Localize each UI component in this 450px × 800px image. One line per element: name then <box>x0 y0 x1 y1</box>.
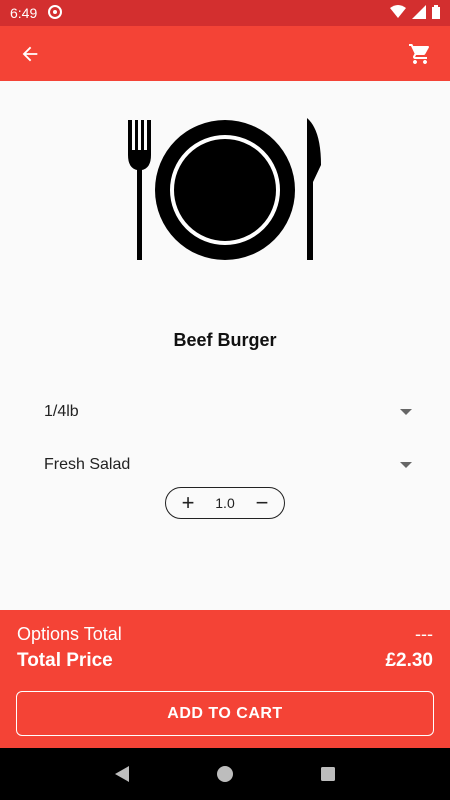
signal-icon <box>412 4 426 22</box>
status-time: 6:49 <box>10 5 38 21</box>
checkout-panel: Options Total --- Total Price £2.30 ADD … <box>0 610 450 748</box>
nav-recents-button[interactable] <box>313 759 343 789</box>
back-button[interactable] <box>14 38 46 70</box>
total-price-value: £2.30 <box>385 650 433 671</box>
increment-button[interactable]: + <box>178 492 198 514</box>
circle-home-icon <box>216 766 233 782</box>
status-bar: 6:49 <box>0 0 450 26</box>
total-price-label: Total Price <box>17 650 113 671</box>
system-nav-bar <box>0 748 450 800</box>
quantity-value: 1.0 <box>215 495 235 511</box>
total-price-row: Total Price £2.30 <box>17 650 433 672</box>
screen: 6:49 Beef Burger 1/4lb Fresh Salad + 1.0… <box>0 0 450 800</box>
side-select-value: Fresh Salad <box>44 456 131 473</box>
nav-back-button[interactable] <box>107 759 137 789</box>
side-select[interactable]: Fresh Salad <box>44 450 416 480</box>
app-bar <box>0 26 450 81</box>
app-notification-icon <box>47 4 63 23</box>
decrement-button[interactable]: − <box>252 492 272 514</box>
wifi-icon <box>390 4 406 22</box>
product-title: Beef Burger <box>173 330 277 350</box>
add-to-cart-button[interactable]: ADD TO CART <box>16 691 434 736</box>
options-total-row: Options Total --- <box>17 624 433 645</box>
size-select-value: 1/4lb <box>44 403 79 420</box>
cart-icon <box>409 43 430 64</box>
triangle-back-icon <box>114 766 129 782</box>
product-image <box>0 110 450 270</box>
quantity-stepper: + 1.0 − <box>165 487 285 519</box>
square-recents-icon <box>321 767 336 781</box>
dropdown-arrow-icon <box>400 462 412 468</box>
battery-icon <box>432 4 440 22</box>
cart-button[interactable] <box>404 38 436 70</box>
size-select[interactable]: 1/4lb <box>44 397 416 427</box>
status-indicators <box>390 4 440 22</box>
options-total-label: Options Total <box>17 624 122 644</box>
options-total-value: --- <box>415 624 433 644</box>
dropdown-arrow-icon <box>400 409 412 415</box>
plate-fork-knife-icon <box>128 118 321 260</box>
arrow-back-icon <box>22 46 38 61</box>
nav-home-button[interactable] <box>210 759 240 789</box>
